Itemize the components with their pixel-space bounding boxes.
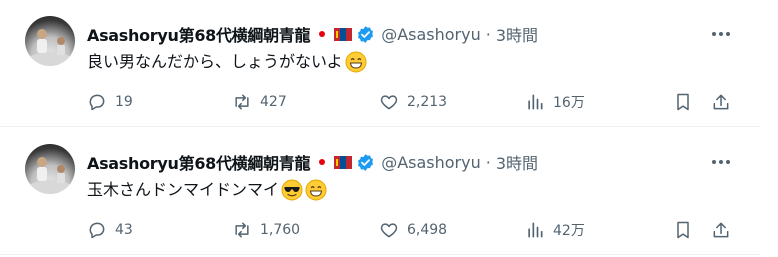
like-icon [380, 95, 398, 110]
tweet-actions: 43 1,760 6,498 42万 [87, 218, 737, 242]
retweet-button[interactable]: 427 [232, 90, 287, 114]
share-button[interactable] [711, 218, 731, 242]
flag-mongolia-icon [334, 155, 353, 169]
tweet[interactable]: Asashoryu第68代横綱朝青龍 @Asashoryu · 3時間 良い男な… [0, 0, 760, 127]
views-icon [528, 94, 543, 110]
like-count: 2,213 [407, 94, 448, 110]
bookmark-icon [677, 93, 689, 111]
reply-count: 19 [115, 94, 133, 110]
retweet-icon [235, 222, 249, 238]
tweet-header: Asashoryu第68代横綱朝青龍 @Asashoryu · 3時間 [87, 150, 538, 174]
tweet-header: Asashoryu第68代横綱朝青龍 @Asashoryu · 3時間 [87, 22, 538, 46]
flag-japan-icon [315, 29, 330, 39]
like-icon [380, 223, 398, 238]
reply-count: 43 [115, 222, 133, 238]
reply-button[interactable]: 19 [87, 90, 133, 114]
handle[interactable]: @Asashoryu [381, 25, 481, 44]
reply-icon [89, 94, 105, 111]
bookmark-icon [677, 221, 689, 239]
retweet-count: 1,760 [260, 222, 301, 238]
handle[interactable]: @Asashoryu [381, 153, 481, 172]
timestamp[interactable]: 3時間 [496, 22, 538, 46]
reply-button[interactable]: 43 [87, 218, 133, 242]
tweet-actions: 19 427 2,213 16万 [87, 90, 737, 114]
retweet-count: 427 [260, 94, 287, 110]
grinning-face-emoji-icon [305, 179, 327, 201]
verified-badge-icon[interactable] [356, 153, 375, 172]
display-name[interactable]: Asashoryu第68代横綱朝青龍 [87, 150, 310, 174]
tweet-text: 良い男なんだから、しょうがないよ [87, 50, 367, 74]
tweet-text-content: 良い男なんだから、しょうがないよ [87, 52, 343, 71]
avatar[interactable] [25, 144, 75, 194]
bookmark-button[interactable] [673, 90, 693, 114]
reply-icon [89, 222, 105, 239]
share-icon [713, 222, 729, 238]
share-button[interactable] [711, 90, 731, 114]
views-button[interactable]: 42万 [525, 218, 585, 242]
views-button[interactable]: 16万 [525, 90, 585, 114]
tweet[interactable]: Asashoryu第68代横綱朝青龍 @Asashoryu · 3時間 玉木さん… [0, 128, 760, 255]
flag-japan-icon [315, 157, 330, 167]
more-options-icon[interactable] [706, 24, 736, 44]
views-icon [528, 222, 543, 238]
verified-badge-icon[interactable] [356, 25, 375, 44]
grinning-face-emoji-icon [345, 51, 367, 73]
timestamp[interactable]: 3時間 [496, 150, 538, 174]
retweet-icon [235, 94, 249, 110]
retweet-button[interactable]: 1,760 [232, 218, 300, 242]
separator: · [485, 152, 491, 172]
more-options-icon[interactable] [706, 152, 736, 172]
separator: · [485, 24, 491, 44]
flag-mongolia-icon [334, 27, 353, 41]
like-button[interactable]: 6,498 [379, 218, 447, 242]
display-name[interactable]: Asashoryu第68代横綱朝青龍 [87, 22, 310, 46]
share-icon [713, 94, 729, 110]
like-button[interactable]: 2,213 [379, 90, 447, 114]
like-count: 6,498 [407, 222, 448, 238]
avatar[interactable] [25, 16, 75, 66]
views-count: 16万 [553, 95, 585, 111]
sunglasses-face-emoji-icon [281, 179, 303, 201]
tweet-text: 玉木さんドンマイドンマイ [87, 178, 327, 202]
tweet-text-content: 玉木さんドンマイドンマイ [87, 180, 280, 199]
views-count: 42万 [553, 223, 585, 239]
bookmark-button[interactable] [673, 218, 693, 242]
